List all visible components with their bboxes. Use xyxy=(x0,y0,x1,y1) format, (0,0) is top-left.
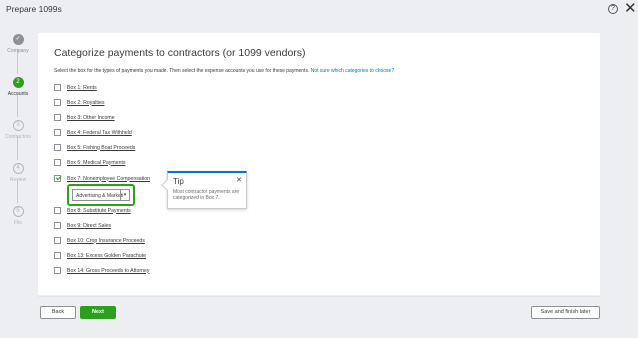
tip-body: Most contractor payments are categorized… xyxy=(173,189,240,201)
box-10-checkbox[interactable] xyxy=(54,237,61,244)
box-14-row[interactable]: Box 14: Gross Proceeds to Attorney xyxy=(54,266,149,275)
category-help-link[interactable]: Not sure which categories to choose? xyxy=(311,68,394,74)
step-file: 5 File xyxy=(0,206,36,226)
box-13-checkbox[interactable] xyxy=(54,252,61,259)
box-1-checkbox[interactable] xyxy=(54,84,61,91)
box-3-checkbox[interactable] xyxy=(54,114,61,121)
box-8-label[interactable]: Box 8: Substitute Payments xyxy=(67,208,131,214)
tip-title: Tip xyxy=(173,177,184,186)
step-review: 4 Review xyxy=(0,163,36,183)
box-8-row[interactable]: Box 8: Substitute Payments xyxy=(54,206,131,215)
box-5-label[interactable]: Box 5: Fishing Boat Proceeds xyxy=(67,145,135,151)
step-contractors: 3 Contractors xyxy=(0,120,36,140)
box-9-row[interactable]: Box 9: Direct Sales xyxy=(54,221,111,230)
box-4-checkbox[interactable] xyxy=(54,129,61,136)
box-6-label[interactable]: Box 6: Medical Payments xyxy=(67,160,126,166)
close-icon[interactable]: ✕ xyxy=(624,1,637,16)
box-4-label[interactable]: Box 4: Federal Tax Withheld xyxy=(67,130,132,136)
box-9-checkbox[interactable] xyxy=(54,222,61,229)
step-number: 4 xyxy=(12,163,24,174)
box-5-checkbox[interactable] xyxy=(54,144,61,151)
close-icon[interactable]: ✕ xyxy=(236,176,242,184)
box-7-checkbox[interactable] xyxy=(54,175,61,182)
step-label: Review xyxy=(9,177,27,183)
box-6-checkbox[interactable] xyxy=(54,159,61,166)
step-label: Accounts xyxy=(7,91,29,97)
save-and-finish-later-button[interactable]: Save and finish later xyxy=(531,306,600,319)
box-10-row[interactable]: Box 10: Crop Insurance Proceeds xyxy=(54,236,145,245)
box-2-label[interactable]: Box 2: Royalties xyxy=(67,100,104,106)
box-3-label[interactable]: Box 3: Other Income xyxy=(67,115,115,121)
box-3-row[interactable]: Box 3: Other Income xyxy=(54,113,115,122)
box-7-account-highlight: Advertising & Marketi ▾ xyxy=(67,184,135,206)
box-1-label[interactable]: Box 1: Rents xyxy=(67,85,97,91)
box-9-label[interactable]: Box 9: Direct Sales xyxy=(67,223,111,229)
box-7-row[interactable]: Box 7: Nonemployee Compensation xyxy=(54,174,150,183)
box-14-checkbox[interactable] xyxy=(54,267,61,274)
step-complete-icon: ✓ xyxy=(12,34,24,45)
step-number: 5 xyxy=(12,206,24,217)
expense-account-select[interactable]: Advertising & Marketi ▾ xyxy=(72,189,130,201)
tip-caret xyxy=(161,179,173,191)
footer-divider xyxy=(38,296,600,297)
chevron-down-icon[interactable]: ▾ xyxy=(120,190,129,200)
step-number: 2 xyxy=(12,77,24,88)
window-title: Prepare 1099s xyxy=(6,4,62,14)
expense-account-value: Advertising & Marketi xyxy=(76,192,124,199)
box-7-label[interactable]: Box 7: Nonemployee Compensation xyxy=(67,176,150,182)
main-panel: Categorize payments to contractors (or 1… xyxy=(38,33,600,295)
tip-popover: Tip ✕ Most contractor payments are categ… xyxy=(161,171,247,209)
box-1-row[interactable]: Box 1: Rents xyxy=(54,83,97,92)
box-5-row[interactable]: Box 5: Fishing Boat Proceeds xyxy=(54,143,135,152)
box-2-row[interactable]: Box 2: Royalties xyxy=(54,98,104,107)
step-label: Company xyxy=(7,48,29,54)
page-title: Categorize payments to contractors (or 1… xyxy=(54,47,306,59)
back-button[interactable]: Back xyxy=(40,306,76,319)
box-14-label[interactable]: Box 14: Gross Proceeds to Attorney xyxy=(67,268,149,274)
instructions: Select the box for the types of payments… xyxy=(54,68,394,74)
box-10-label[interactable]: Box 10: Crop Insurance Proceeds xyxy=(67,238,145,244)
box-2-checkbox[interactable] xyxy=(54,99,61,106)
step-number: 3 xyxy=(12,120,24,131)
step-label: Contractors xyxy=(5,134,31,140)
step-accounts: 2 Accounts xyxy=(0,77,36,97)
instruction-text: Select the box for the types of payments… xyxy=(54,68,311,74)
title-bar: Prepare 1099s ? ✕ xyxy=(0,0,638,22)
box-4-row[interactable]: Box 4: Federal Tax Withheld xyxy=(54,128,132,137)
help-icon[interactable]: ? xyxy=(608,4,618,14)
box-13-label[interactable]: Box 13: Excess Golden Parachute xyxy=(67,253,146,259)
step-label: File xyxy=(13,220,23,226)
next-button[interactable]: Next xyxy=(80,306,116,319)
box-6-row[interactable]: Box 6: Medical Payments xyxy=(54,158,126,167)
step-company: ✓ Company xyxy=(0,34,36,54)
box-13-row[interactable]: Box 13: Excess Golden Parachute xyxy=(54,251,146,260)
box-8-checkbox[interactable] xyxy=(54,207,61,214)
